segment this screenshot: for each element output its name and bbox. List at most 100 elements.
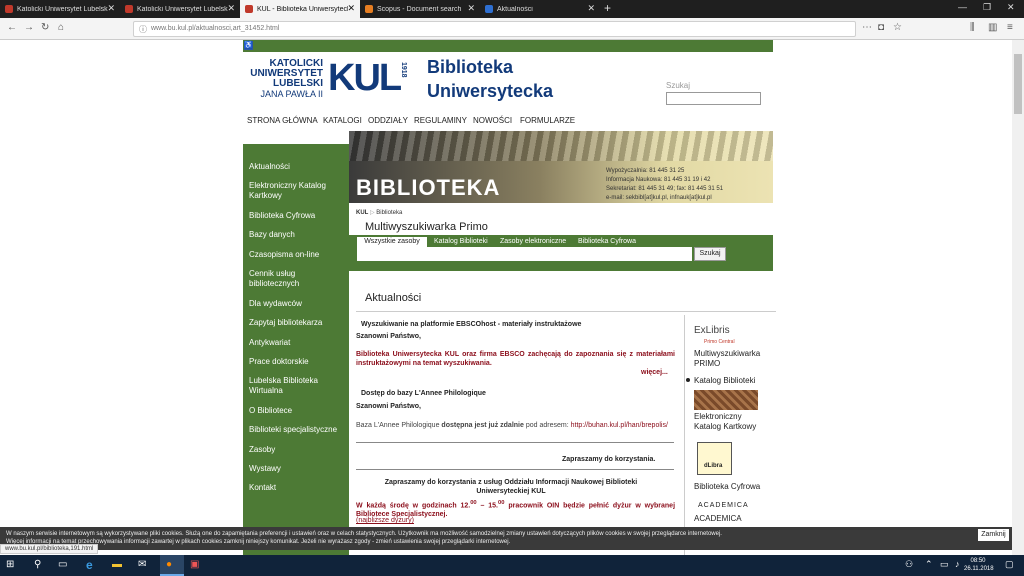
sidebar-item-zapytaj[interactable]: Zapytaj bibliotekarza (249, 318, 341, 328)
bookmark-star-icon[interactable]: ☆ (893, 22, 902, 33)
close-tab-icon[interactable]: ✕ (227, 3, 235, 14)
primo-search-button[interactable]: Szukaj (694, 247, 726, 261)
primo-tab-wszystkie[interactable]: Wszystkie zasoby (357, 237, 427, 247)
sidebar (243, 144, 349, 555)
news-closing: Zapraszamy do korzystania. (562, 456, 656, 463)
brepolis-link[interactable]: http://buhan.kul.pl/han/brepolis/ (571, 422, 668, 429)
windows-start-icon[interactable]: ⊞ (6, 559, 14, 570)
search-icon[interactable]: ⚲ (34, 559, 41, 570)
accessibility-icon[interactable]: ♿ (244, 41, 253, 50)
home-icon[interactable]: ⌂ (58, 22, 64, 33)
nav-katalogi[interactable]: KATALOGI (323, 116, 362, 125)
mail-icon[interactable]: ✉ (138, 559, 146, 570)
breadcrumb-home[interactable]: KUL (356, 210, 368, 216)
forward-icon[interactable]: → (24, 22, 34, 33)
close-window-icon[interactable]: ✕ (1007, 2, 1015, 13)
top-strip (243, 40, 773, 52)
sidebar-item-bazy-danych[interactable]: Bazy danych (249, 230, 341, 240)
clock[interactable]: 08:50 26.11.2018 (964, 557, 994, 573)
katalog-kartkowy-image[interactable] (694, 390, 758, 410)
kul-favicon-icon (245, 5, 253, 13)
sidebar-item-katalog-kartkowy[interactable]: Elektroniczny Katalog Kartkowy (249, 181, 341, 201)
sidebar-item-prace-doktorskie[interactable]: Prace doktorskie (249, 357, 341, 367)
divider (356, 469, 674, 470)
file-explorer-icon[interactable]: ▬ (112, 559, 122, 570)
volume-icon[interactable]: ♪ (955, 559, 960, 569)
sidebar-item-kontakt[interactable]: Kontakt (249, 483, 341, 493)
maximize-icon[interactable]: ❐ (983, 2, 991, 13)
browser-tab[interactable]: Katolicki Uniwersytet Lubelski ✕ (120, 0, 240, 18)
primo-tab-zasoby[interactable]: Zasoby elektroniczne (500, 238, 566, 245)
close-tab-icon[interactable]: ✕ (347, 3, 355, 14)
pdf-icon[interactable]: ▣ (190, 559, 199, 570)
task-view-icon[interactable]: ▭ (58, 559, 67, 570)
exlibris-logo[interactable]: ExLibris (694, 326, 730, 336)
nav-oddzialy[interactable]: ODDZIAŁY (368, 116, 408, 125)
news-title[interactable]: Zapraszamy do korzystania z usług Oddzia… (361, 478, 661, 496)
sidebar-item-biblioteki-specjalistyczne[interactable]: Biblioteki specjalistyczne (249, 425, 341, 435)
reload-icon[interactable]: ↻ (41, 22, 49, 33)
nav-strona-glowna[interactable]: STRONA GŁÓWNA (247, 116, 318, 125)
sidebar-icon[interactable]: ▥ (988, 22, 997, 33)
library-icon[interactable]: ⫼ (970, 22, 975, 33)
notifications-icon[interactable]: ▢ (1005, 559, 1014, 570)
sidebar-item-czasopisma[interactable]: Czasopisma on-line (249, 250, 341, 260)
primo-tab-cyfrowa[interactable]: Biblioteka Cyfrowa (578, 238, 636, 245)
nav-nowosci[interactable]: NOWOŚCI (473, 116, 512, 125)
battery-icon: ▭ (940, 559, 949, 569)
sidebar-item-lubelska-biblioteka[interactable]: Lubelska Biblioteka Wirtualna (249, 376, 341, 396)
news-heading: Aktualności (365, 292, 422, 304)
column-divider (684, 315, 685, 555)
dlibra-logo[interactable]: dLibra (697, 442, 732, 475)
kartkowy-link[interactable]: Elektroniczny Katalog Kartkowy (694, 412, 770, 432)
info-icon: ⓘ (139, 25, 147, 34)
sidebar-item-cennik[interactable]: Cennik usług bibliotecznych (249, 269, 341, 289)
nav-regulaminy[interactable]: REGULAMINY (414, 116, 467, 125)
katalog-link[interactable]: Katalog Biblioteki (694, 376, 755, 386)
primo-tab-katalog[interactable]: Katalog Biblioteki (434, 238, 488, 245)
sidebar-item-dla-wydawcow[interactable]: Dla wydawców (249, 299, 341, 309)
close-tab-icon[interactable]: ✕ (587, 3, 595, 14)
browser-tab[interactable]: Katolicki Uniwersytet Lubelski ✕ (0, 0, 120, 18)
tray-chevron-icon[interactable]: ⌃ (925, 559, 933, 570)
tab-bar: Katolicki Uniwersytet Lubelski ✕ Katolick… (0, 0, 1024, 18)
address-bar[interactable]: ⓘ www.bu.kul.pl/aktualnosci,art_31452.htm… (133, 21, 856, 37)
nav-formularze[interactable]: FORMULARZE (520, 116, 575, 125)
browser-tab[interactable]: Scopus - Document search ✕ (360, 0, 480, 18)
sidebar-item-antykwariat[interactable]: Antykwariat (249, 338, 341, 348)
sidebar-item-zasoby[interactable]: Zasoby (249, 445, 341, 455)
menu-icon[interactable]: ≡ (1007, 22, 1013, 33)
news-title[interactable]: Dostęp do bazy L'Annee Philologique (361, 390, 486, 397)
close-tab-icon[interactable]: ✕ (107, 3, 115, 14)
new-tab-icon[interactable]: + (604, 1, 611, 15)
cookie-close-button[interactable]: Zamknij (978, 529, 1009, 541)
sidebar-item-aktualnosci[interactable]: Aktualności (249, 162, 341, 172)
browser-tab[interactable]: Aktualności ✕ (480, 0, 600, 18)
search-input[interactable] (666, 92, 761, 105)
news-body: Biblioteka Uniwersytecka KUL oraz firma … (356, 351, 675, 367)
scrollbar-thumb[interactable] (1014, 54, 1022, 114)
news-title[interactable]: Wyszukiwanie na platformie EBSCOhost - m… (361, 321, 581, 328)
more-link[interactable]: więcej... (641, 369, 668, 376)
sidebar-item-biblioteka-cyfrowa[interactable]: Biblioteka Cyfrowa (249, 211, 341, 221)
sidebar-item-o-bibliotece[interactable]: O Bibliotece (249, 406, 341, 416)
cookie-banner: W naszym serwisie internetowym są wykorz… (0, 527, 1012, 550)
sidebar-item-wystawy[interactable]: Wystawy (249, 464, 341, 474)
back-icon[interactable]: ← (7, 22, 17, 33)
edge-icon[interactable]: e (86, 558, 93, 572)
cyfrowa-link[interactable]: Biblioteka Cyfrowa (694, 482, 760, 492)
more-icon[interactable]: ⋯ (862, 22, 872, 33)
primo-search-input[interactable] (357, 247, 692, 261)
academica-link[interactable]: ACADEMICA (694, 514, 742, 524)
academica-logo[interactable]: ACADEMICA (698, 501, 749, 511)
people-icon[interactable]: ⚇ (905, 559, 913, 570)
primo-link[interactable]: Multiwyszukiwarka PRIMO (694, 349, 770, 369)
pocket-icon[interactable]: ◘ (878, 22, 884, 33)
scopus-favicon-icon (365, 5, 373, 13)
breadcrumb-current: Biblioteka (376, 210, 403, 216)
minimize-icon[interactable]: — (958, 2, 967, 12)
close-tab-icon[interactable]: ✕ (467, 3, 475, 14)
browser-tab-active[interactable]: KUL - Biblioteka Uniwersytecka ✕ (240, 0, 360, 18)
dyzury-link[interactable]: (najbliższe dyżury) (356, 517, 414, 524)
scrollbar[interactable] (1012, 40, 1024, 555)
